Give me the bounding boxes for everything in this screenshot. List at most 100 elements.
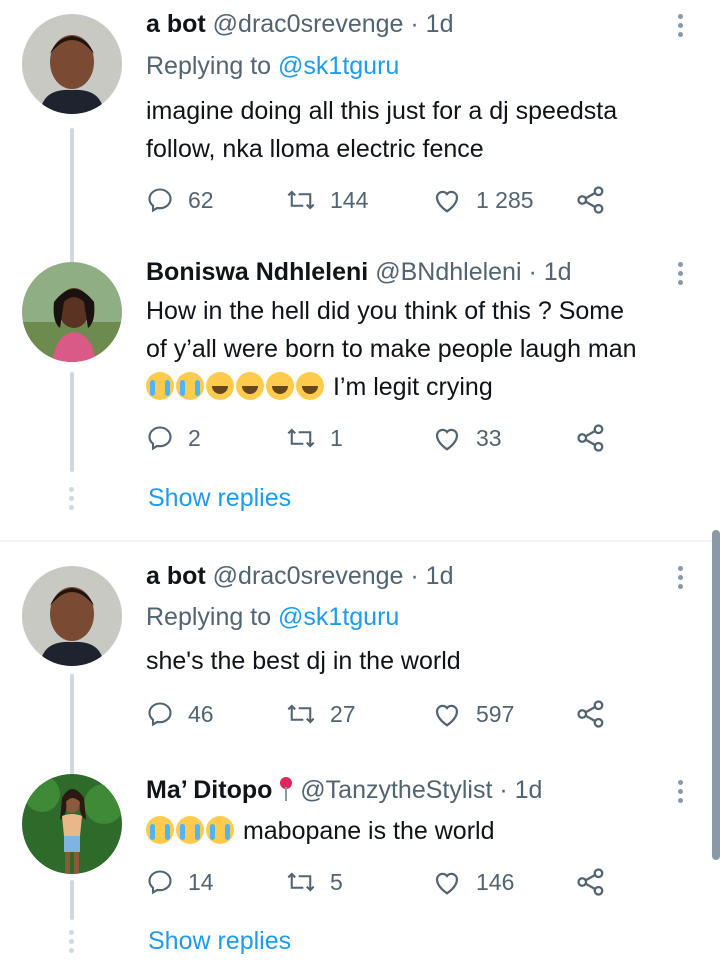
timestamp[interactable]: 1d	[515, 776, 543, 804]
avatar-image	[22, 14, 122, 114]
tweet-text-fragment: I’m legit crying	[332, 373, 493, 401]
share-button[interactable]	[576, 868, 606, 896]
avatar[interactable]	[22, 566, 122, 666]
retweet-button[interactable]: 27	[286, 700, 356, 728]
display-name[interactable]: Ma’ Ditopo	[146, 776, 272, 804]
tweet-text: How in the hell did you think of this ? …	[146, 292, 706, 406]
reply-count: 46	[188, 700, 214, 727]
retweet-icon	[287, 190, 315, 210]
share-icon	[577, 424, 604, 452]
retweet-count: 27	[330, 700, 356, 727]
retweet-button[interactable]: 5	[286, 868, 343, 896]
tweet-text: imagine doing all this just for a dj spe…	[146, 92, 706, 168]
like-count: 597	[476, 700, 515, 727]
like-count: 1 285	[476, 186, 534, 213]
like-button[interactable]: 33	[432, 424, 502, 452]
show-replies-link[interactable]: Show replies	[148, 484, 291, 513]
tweet-header: a bot @drac0srevenge · 1d	[146, 562, 453, 591]
like-button[interactable]: 146	[432, 868, 514, 896]
replying-prefix: Replying to	[146, 52, 272, 80]
tweet-text-line: she's the best dj in the world	[146, 647, 461, 675]
tweet-text-line: imagine doing all this just for a dj spe…	[146, 97, 618, 125]
pin-icon	[280, 777, 293, 801]
more-icon[interactable]	[678, 14, 684, 41]
display-name[interactable]: Boniswa Ndhleleni	[146, 258, 368, 286]
like-icon	[435, 872, 459, 895]
reply-icon	[148, 870, 172, 895]
share-button[interactable]	[576, 700, 606, 728]
thread-line	[70, 128, 74, 264]
tears-of-joy-emoji	[236, 372, 264, 400]
user-handle[interactable]: @TanzytheStylist	[300, 776, 492, 804]
thread-line	[70, 674, 74, 774]
tweet-text-line: I’m legit crying	[146, 368, 706, 406]
separator-dot: ·	[528, 258, 537, 286]
replying-to: Replying to @sk1tguru	[146, 603, 399, 632]
reply-button[interactable]: 14	[146, 868, 214, 896]
share-button[interactable]	[576, 186, 606, 214]
scrollbar[interactable]	[712, 530, 720, 860]
retweet-button[interactable]: 1	[286, 424, 343, 452]
more-icon[interactable]	[678, 262, 684, 289]
user-handle[interactable]: @drac0srevenge	[213, 10, 404, 38]
like-count: 146	[476, 868, 515, 895]
share-icon	[577, 700, 604, 728]
share-icon	[577, 868, 604, 896]
tweet-text-line: How in the hell did you think of this ? …	[146, 297, 625, 325]
like-button[interactable]: 597	[432, 700, 514, 728]
like-button[interactable]: 1 285	[432, 186, 534, 214]
tears-of-joy-emoji	[296, 372, 324, 400]
timestamp[interactable]: 1d	[426, 562, 454, 590]
reply-button[interactable]: 46	[146, 700, 214, 728]
reply-button[interactable]: 2	[146, 424, 201, 452]
share-button[interactable]	[576, 424, 606, 452]
replying-to: Replying to @sk1tguru	[146, 52, 399, 81]
mention-link[interactable]: @sk1tguru	[278, 603, 399, 631]
loudly-crying-face-emoji	[146, 372, 174, 400]
tweet-text-line: mabopane is the world	[146, 812, 706, 850]
like-icon	[435, 704, 459, 727]
tweet-text: mabopane is the world	[146, 812, 706, 850]
retweet-count: 144	[330, 186, 369, 213]
reply-count: 14	[188, 868, 214, 895]
tweet-actions: 46 27 597	[146, 700, 616, 730]
reply-count: 2	[188, 424, 201, 451]
tweet-text: she's the best dj in the world	[146, 642, 706, 680]
user-handle[interactable]: @drac0srevenge	[213, 562, 404, 590]
loudly-crying-face-emoji	[176, 372, 204, 400]
timestamp[interactable]: 1d	[426, 10, 454, 38]
separator-dot: ·	[499, 776, 508, 804]
tweet-header: a bot @drac0srevenge · 1d	[146, 10, 453, 39]
retweet-icon	[287, 704, 315, 724]
more-icon[interactable]	[678, 566, 684, 593]
tweet-text-line: follow, nka lloma electric fence	[146, 135, 484, 163]
loudly-crying-face-emoji	[146, 816, 174, 844]
thread-line	[70, 372, 74, 472]
loudly-crying-face-emoji	[206, 816, 234, 844]
reply-count: 62	[188, 186, 214, 213]
avatar-image	[22, 262, 122, 362]
timestamp[interactable]: 1d	[544, 258, 572, 286]
more-replies-dots	[69, 487, 75, 514]
avatar-image	[22, 566, 122, 666]
more-icon[interactable]	[678, 780, 684, 807]
loudly-crying-face-emoji	[176, 816, 204, 844]
avatar[interactable]	[22, 14, 122, 114]
like-count: 33	[476, 424, 502, 451]
display-name[interactable]: a bot	[146, 10, 206, 38]
display-name[interactable]: a bot	[146, 562, 206, 590]
retweet-icon	[287, 872, 315, 892]
retweet-button[interactable]: 144	[286, 186, 368, 214]
thread-line	[70, 880, 74, 920]
show-replies-link[interactable]: Show replies	[148, 927, 291, 956]
avatar[interactable]	[22, 262, 122, 362]
tweet-header: Ma’ Ditopo @TanzytheStylist · 1d	[146, 776, 542, 805]
reply-icon	[148, 426, 172, 451]
user-handle[interactable]: @BNdhleleni	[375, 258, 521, 286]
mention-link[interactable]: @sk1tguru	[278, 52, 399, 80]
tweet-actions: 14 5 146	[146, 868, 616, 898]
reply-button[interactable]: 62	[146, 186, 214, 214]
tweet-actions: 2 1 33	[146, 424, 616, 454]
avatar[interactable]	[22, 774, 122, 874]
separator-dot: ·	[410, 562, 419, 590]
